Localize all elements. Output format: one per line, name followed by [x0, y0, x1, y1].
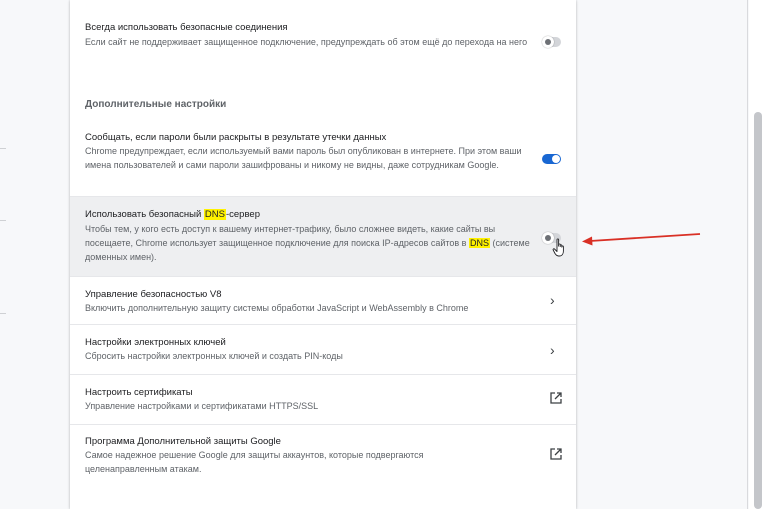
setting-description: Сбросить настройки электронных ключей и …	[85, 351, 343, 361]
setting-description: Chrome предупреждает, если используемый …	[85, 146, 522, 170]
chevron-right-icon[interactable]: ›	[550, 293, 555, 307]
setting-row-v8-security[interactable]: Управление безопасностью V8 Включить доп…	[70, 276, 576, 325]
setting-row-secure-connections[interactable]: Всегда использовать безопасные соединени…	[70, 0, 576, 80]
setting-title: Управление безопасностью V8	[85, 289, 222, 300]
title-text: -сервер	[225, 209, 260, 220]
dns-highlight: DNS	[203, 209, 226, 220]
setting-title: Сообщать, если пароли были раскрыты в ре…	[85, 132, 387, 143]
setting-title: Настройки электронных ключей	[85, 337, 226, 348]
setting-row-certificates[interactable]: Настроить сертификаты Управление настрой…	[70, 374, 576, 425]
hand-cursor-icon	[552, 238, 564, 257]
open-in-new-icon[interactable]	[549, 447, 563, 461]
desc-text: Чтобы тем, у кого есть доступ к вашему и…	[85, 224, 496, 248]
setting-row-password-leak[interactable]: Сообщать, если пароли были раскрыты в ре…	[70, 124, 576, 196]
left-gutter-mark	[0, 148, 6, 149]
password-leak-toggle[interactable]	[542, 154, 561, 164]
section-title-advanced: Дополнительные настройки	[85, 99, 227, 110]
setting-title: Настроить сертификаты	[85, 387, 193, 398]
setting-title: Всегда использовать безопасные соединени…	[85, 22, 288, 33]
scrollbar-thumb[interactable]	[754, 112, 762, 509]
toggle-knob	[542, 36, 554, 48]
setting-title: Программа Дополнительной защиты Google	[85, 436, 281, 447]
red-annotation-arrow	[582, 233, 701, 246]
secure-connections-toggle[interactable]	[542, 36, 561, 48]
setting-description: Управление настройками и сертификатами H…	[85, 401, 319, 411]
setting-row-advanced-protection[interactable]: Программа Дополнительной защиты Google С…	[70, 424, 576, 509]
open-in-new-icon[interactable]	[549, 391, 563, 405]
setting-row-security-keys[interactable]: Настройки электронных ключей Сбросить на…	[70, 324, 576, 375]
toggle-knob	[552, 155, 560, 163]
left-gutter-mark	[0, 313, 6, 314]
setting-description: Если сайт не поддерживает защищенное под…	[85, 37, 528, 47]
setting-description: Включить дополнительную защиту системы о…	[85, 303, 469, 313]
setting-description: Самое надежное решение Google для защиты…	[85, 450, 424, 474]
settings-card: Всегда использовать безопасные соединени…	[70, 0, 576, 509]
setting-row-secure-dns[interactable]: Использовать безопасный DNS-сервер Чтобы…	[70, 196, 576, 277]
scrollbar-divider	[747, 0, 748, 509]
chevron-right-icon[interactable]: ›	[550, 343, 555, 357]
setting-title: Использовать безопасный DNS-сервер	[85, 208, 260, 221]
title-text: Использовать безопасный	[85, 209, 204, 220]
left-gutter-mark	[0, 220, 6, 221]
setting-description: Чтобы тем, у кого есть доступ к вашему и…	[85, 222, 530, 264]
dns-highlight: DNS	[468, 238, 490, 248]
